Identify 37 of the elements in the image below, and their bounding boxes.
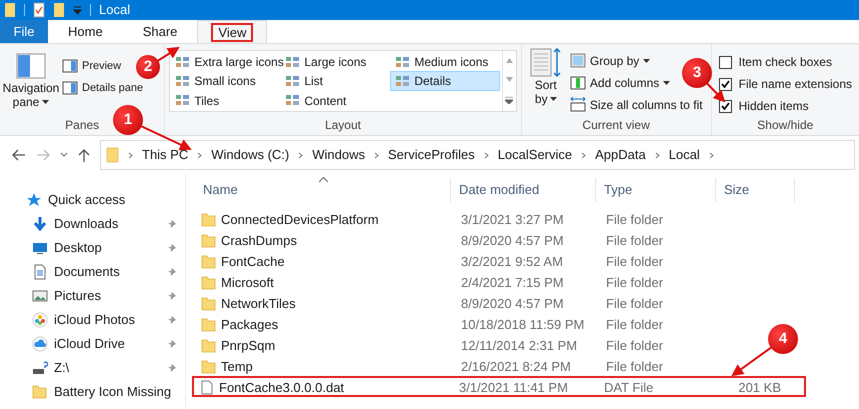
group-label: Show/hide — [757, 117, 814, 134]
date-modified: 3/1/2021 3:27 PM — [460, 211, 565, 229]
date-modified: 8/9/2020 4:57 PM — [460, 232, 565, 250]
file-name: NetworkTiles — [221, 295, 296, 313]
file-name: PnrpSqm — [221, 337, 276, 355]
date-modified: 3/2/2021 9:52 AM — [460, 253, 564, 271]
date-modified: 10/18/2018 11:59 PM — [460, 316, 586, 334]
file-type: File folder — [605, 232, 664, 250]
file-type: File folder — [605, 253, 664, 271]
checkbox-label: Hidden items — [738, 98, 809, 115]
group-label: Current view — [582, 117, 650, 134]
step-badge: 4 — [768, 324, 798, 354]
date-modified: 2/16/2021 8:24 PM — [460, 358, 572, 376]
file-type: File folder — [605, 316, 664, 334]
date-modified: 8/9/2020 4:57 PM — [460, 295, 565, 313]
file-name: Temp — [221, 358, 253, 376]
file-name: Packages — [221, 316, 278, 334]
file-name: ConnectedDevicesPlatform — [221, 211, 379, 229]
file-type: File folder — [605, 211, 664, 229]
group-label: Panes — [65, 117, 100, 134]
window-title: Local — [99, 1, 130, 20]
file-type: DAT File — [603, 379, 654, 397]
file-type: File folder — [605, 274, 664, 292]
file-name: Microsoft — [221, 274, 274, 292]
checkbox-label: Item check boxes — [738, 54, 832, 71]
file-type: File folder — [605, 337, 664, 355]
date-modified: 12/11/2014 2:31 PM — [460, 337, 578, 355]
file-name: FontCache — [221, 253, 285, 271]
file-type: File folder — [605, 358, 664, 376]
file-name: CrashDumps — [221, 232, 297, 250]
date-modified: 3/1/2021 11:41 PM — [458, 379, 569, 397]
group-label: Layout — [324, 117, 361, 134]
file-name: FontCache3.0.0.0.dat — [219, 379, 344, 397]
file-type: File folder — [605, 295, 664, 313]
checkbox-label: File name extensions — [738, 76, 852, 93]
date-modified: 2/4/2021 7:15 PM — [460, 274, 565, 292]
file-size: 201 KB — [738, 380, 781, 395]
